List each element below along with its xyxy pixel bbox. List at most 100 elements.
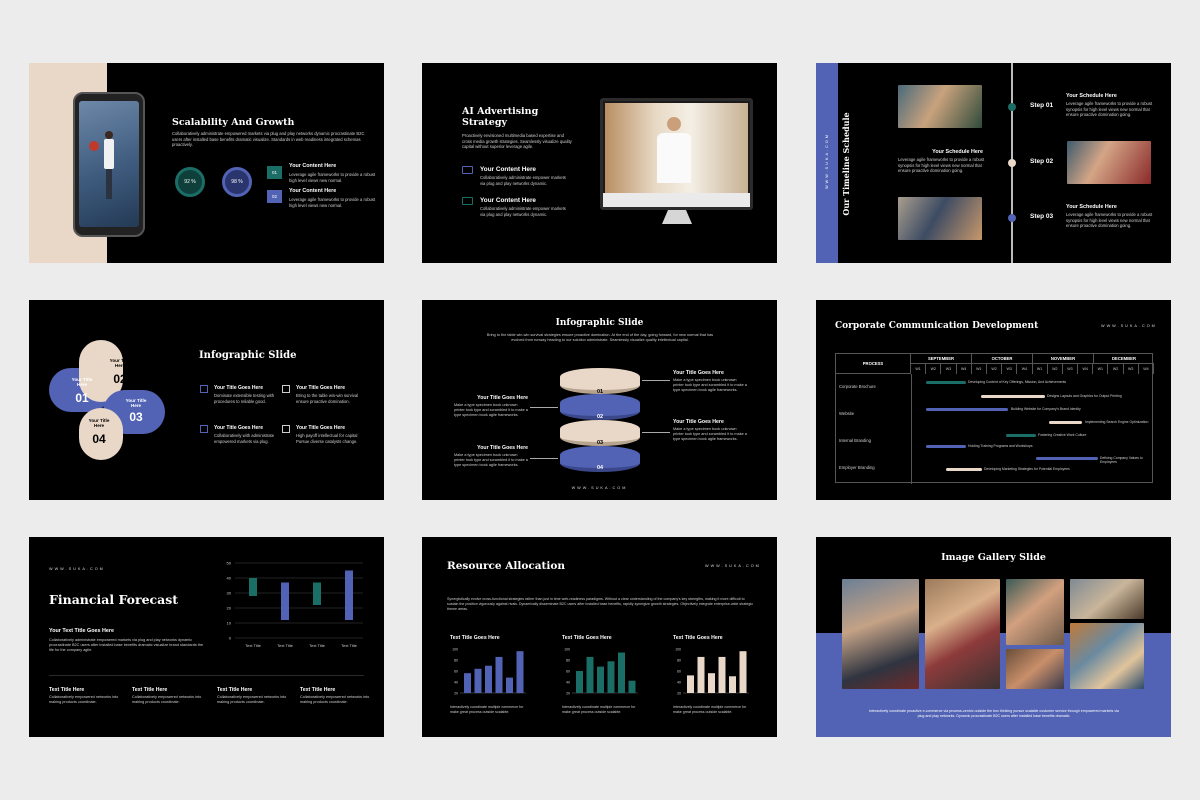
item-text: Collaboratively administrate empower mar… (480, 175, 566, 186)
slide-gantt[interactable]: Corporate Communication Development WWW.… (816, 300, 1171, 500)
petal-label: Your Title Here (88, 418, 110, 428)
slide-scalability[interactable]: Scalability And Growth Collaboratively a… (29, 63, 384, 263)
y-tick-label: 80 (566, 659, 570, 663)
monitor-photo (605, 103, 748, 193)
bar (739, 651, 747, 693)
number-box: 01 (267, 166, 282, 179)
bar (495, 656, 503, 693)
slide-financial[interactable]: WWW.SUKA.COM Financial Forecast Your Tex… (29, 537, 384, 737)
bar (687, 675, 694, 693)
phone-photo (79, 101, 139, 227)
slide-body: Interactively coordinate proactive e-com… (869, 709, 1119, 718)
timeline-dot (1008, 159, 1016, 167)
mini-bar-chart: 100 80 60 40 20 (452, 648, 526, 696)
number-box: 02 (267, 190, 282, 203)
slide-body: Collaboratively administrate empowered m… (172, 131, 365, 148)
gantt-bar (1036, 457, 1098, 460)
bar-text: Holding Training Programs and Workshops (968, 444, 1033, 448)
y-tick-label: 30 (227, 591, 232, 596)
mini-bar-chart: 100 80 60 40 20 (675, 648, 749, 696)
chart-title: Text Title Goes Here (450, 635, 500, 641)
row-label: Internal Branding (839, 438, 871, 443)
right-title: Your Title Goes Here (673, 419, 724, 425)
week-cell: W2 (1048, 364, 1063, 374)
bar (586, 656, 594, 693)
bar (697, 656, 705, 693)
bar (597, 666, 604, 693)
chart-text: Interactively coordinate multiple commer… (450, 705, 524, 714)
gallery-photo-hexagons (1070, 623, 1144, 689)
slide-title: Image Gallery Slide (941, 552, 1046, 563)
subtitle: Your Text Title Goes Here (49, 628, 115, 634)
schedule-title: Your Schedule Here (1066, 93, 1117, 99)
week-cell: W1 (972, 364, 987, 374)
gantt-bar (926, 408, 1008, 411)
month: SEPTEMBER (911, 354, 972, 364)
connector (530, 458, 558, 459)
slide-body: Bring to the table win-win survival stra… (486, 333, 714, 342)
y-tick-label: 60 (454, 670, 458, 674)
bar (628, 680, 636, 693)
gallery-photo-workshop (1006, 649, 1064, 689)
item-title: Your Title Goes Here (214, 425, 263, 431)
briefcase-icon (462, 166, 473, 174)
y-tick-label: 100 (564, 648, 570, 652)
timeline-dot (1008, 103, 1016, 111)
slide-resource[interactable]: Resource Allocation WWW.SUKA.COM Synergi… (422, 537, 777, 737)
slide-ai-advertising[interactable]: AI Advertising Strategy Proactively envi… (422, 63, 777, 263)
item-text: Dominate extensible testing with procedu… (214, 393, 275, 404)
y-tick-label: 40 (227, 576, 232, 581)
slide-title: Financial Forecast (49, 592, 179, 607)
footer-divider (49, 675, 364, 676)
item-title: Your Content Here (480, 166, 536, 173)
timeline-dot (1008, 214, 1016, 222)
slide-gallery[interactable]: Image Gallery Slide Interactively coordi… (816, 537, 1171, 737)
gantt-bar (981, 395, 1045, 398)
process-label: PROCESS (862, 361, 884, 366)
candle-bar (249, 578, 257, 596)
month: DECEMBER (1094, 354, 1154, 364)
left-text: Make a type specimen book unknown printe… (454, 453, 528, 467)
week-cell: W4 (1017, 364, 1033, 374)
bar (729, 676, 736, 693)
week-cell: W1 (911, 364, 927, 374)
y-tick-label: 60 (677, 670, 681, 674)
gantt-bar (1006, 434, 1036, 437)
bar (618, 652, 625, 693)
x-tick-label: Text Title (277, 643, 294, 648)
step-label: Step 02 (1030, 158, 1054, 165)
slide-title: Infographic Slide (555, 318, 644, 328)
schedule-title: Your Schedule Here (932, 149, 983, 155)
petal-label: Your Title Here (71, 377, 93, 387)
connector (530, 407, 558, 408)
website: WWW.SUKA.COM (705, 564, 761, 568)
y-tick-label: 80 (454, 659, 458, 663)
footer-title: Text Title Here (49, 687, 85, 693)
week-cell: W3 (1063, 364, 1079, 374)
item-num: 01 (271, 170, 277, 175)
item-text: Bring to the table win-win survival ensu… (296, 393, 359, 404)
y-tick-label: 100 (675, 648, 681, 652)
y-tick-label: 40 (454, 681, 458, 685)
y-tick-label: 20 (566, 692, 570, 696)
monitor-small-icon (462, 197, 473, 205)
slide-title: Scalability And Growth (172, 117, 295, 128)
slide-infographic-petals[interactable]: Your Title Here 01 Your Title Here 02 Yo… (29, 300, 384, 500)
item-num: 02 (271, 194, 277, 199)
website: WWW.SUKA.COM (49, 567, 105, 571)
chart-text: Interactively coordinate multiple commer… (562, 705, 636, 714)
schedule-text: Leverage agile frameworks to provide a r… (1066, 101, 1153, 118)
slide-timeline[interactable]: WWW.SUKA.COM Our Timeline Schedule Step … (816, 63, 1171, 263)
bar-text: Developing Content of Key Offerings, Mis… (968, 380, 1067, 384)
left-title: Your Title Goes Here (477, 445, 528, 451)
slide-infographic-stack[interactable]: Infographic Slide Bring to the table win… (422, 300, 777, 500)
bar (485, 665, 492, 693)
petal-label: Your Title Here (125, 398, 147, 408)
left-title: Your Title Goes Here (477, 395, 528, 401)
week-cell: W4 (957, 364, 972, 374)
y-tick-label: 60 (566, 670, 570, 674)
monitor-stand (662, 210, 692, 224)
item-title: Your Title Goes Here (296, 385, 345, 391)
bar-text: Fostering Creative Work Culture (1038, 433, 1087, 437)
item-title: Your Content Here (289, 163, 337, 169)
